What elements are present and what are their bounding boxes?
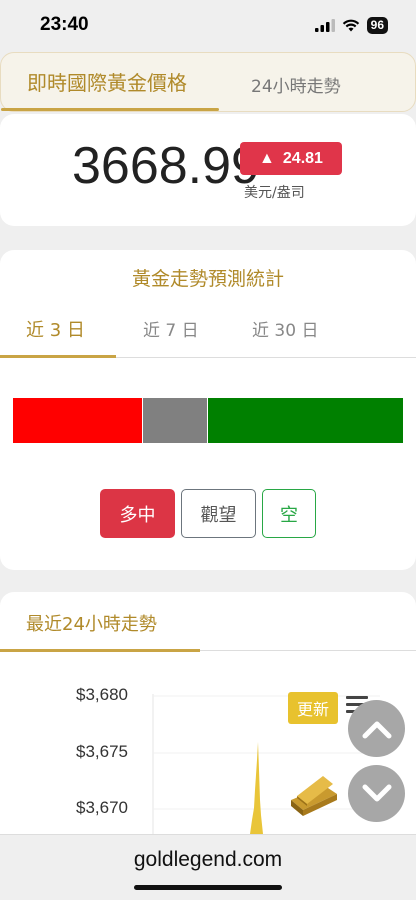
url-text: goldlegend.com <box>133 848 283 871</box>
browser-url-bar[interactable]: goldlegend.com <box>0 834 416 900</box>
chevron-up-icon <box>362 721 391 738</box>
scroll-down-button[interactable] <box>348 765 405 822</box>
trend-line-area <box>250 742 263 834</box>
home-indicator <box>134 885 282 890</box>
chevron-down-icon <box>362 784 391 801</box>
scroll-up-button[interactable] <box>348 700 405 757</box>
gold-bar-icon <box>291 776 337 816</box>
update-button[interactable]: 更新 <box>288 692 338 724</box>
